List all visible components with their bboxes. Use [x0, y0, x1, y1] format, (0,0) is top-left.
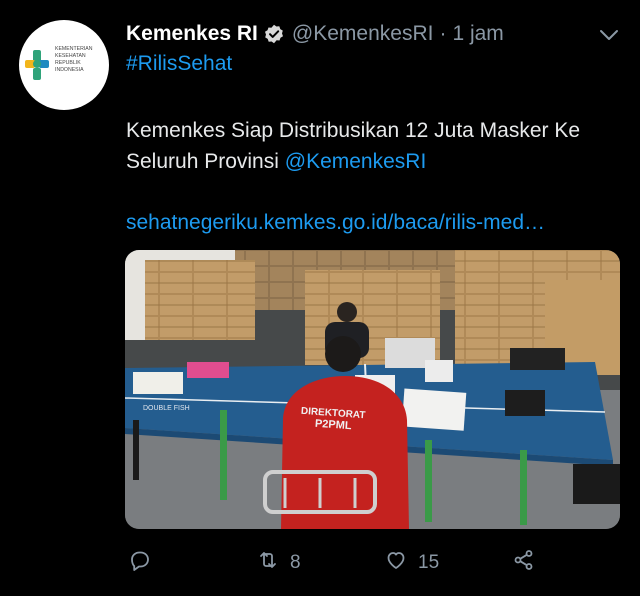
- retweet-count: 8: [290, 552, 301, 573]
- chevron-down-icon[interactable]: [598, 24, 620, 46]
- timestamp[interactable]: 1 jam: [452, 22, 503, 46]
- user-handle[interactable]: @KemenkesRI: [292, 22, 434, 46]
- table-brand-text: DOUBLE FISH: [143, 405, 190, 412]
- avatar-logo-line-4: INDONESIA: [55, 67, 84, 73]
- mention-link[interactable]: @KemenkesRI: [285, 150, 427, 173]
- separator-dot: ·: [439, 22, 447, 45]
- heart-icon: [384, 548, 408, 578]
- retweet-button[interactable]: 8: [256, 546, 301, 580]
- reply-button[interactable]: [128, 546, 162, 580]
- verified-badge-icon: [264, 24, 284, 44]
- tweet-photo[interactable]: DIREKTORAT P2PML DOUBLE FISH: [125, 250, 620, 529]
- article-link[interactable]: sehatnegeriku.kemkes.go.id/baca/rilis-me…: [126, 211, 545, 235]
- avatar[interactable]: KEMENTERIAN KESEHATAN REPUBLIK INDONESIA: [19, 20, 109, 110]
- share-button[interactable]: [512, 546, 536, 580]
- tweet-text: Kemenkes Siap Distribusikan 12 Juta Mask…: [126, 115, 626, 177]
- retweet-icon: [256, 548, 280, 578]
- tweet-header: Kemenkes RI @KemenkesRI · 1 jam: [126, 18, 620, 50]
- display-name[interactable]: Kemenkes RI: [126, 22, 258, 46]
- avatar-logo-line-1: KEMENTERIAN: [55, 46, 93, 52]
- avatar-logo-line-3: REPUBLIK: [55, 60, 81, 66]
- tweet-actions: 8 15: [126, 546, 626, 580]
- avatar-logo-line-2: KESEHATAN: [55, 53, 86, 59]
- like-button[interactable]: 15: [384, 546, 439, 580]
- kemenkes-logo-icon: KEMENTERIAN KESEHATAN REPUBLIK INDONESIA: [25, 46, 93, 80]
- reply-icon: [128, 548, 152, 578]
- hashtag-link[interactable]: #RilisSehat: [126, 52, 232, 76]
- like-count: 15: [418, 552, 440, 573]
- share-icon: [512, 548, 536, 578]
